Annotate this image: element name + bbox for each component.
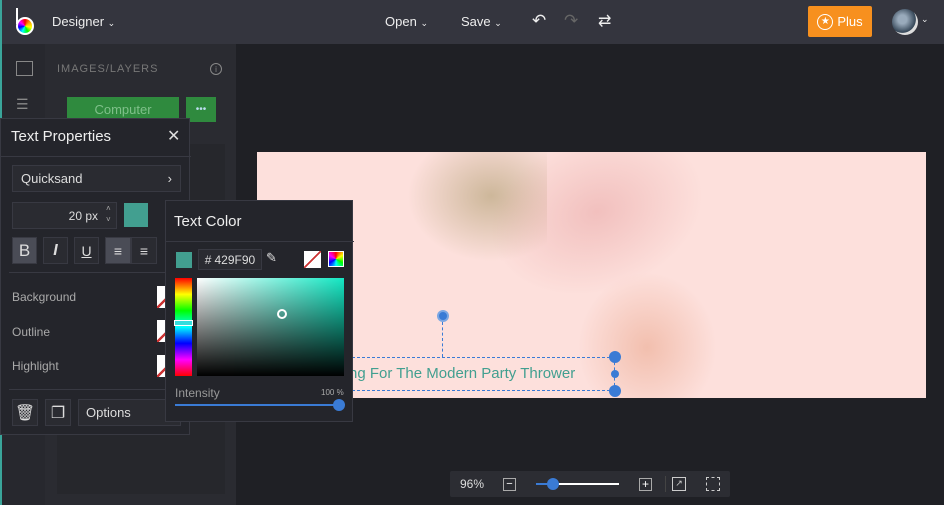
hex-value: 429F90	[214, 252, 256, 267]
size-stepper-icon[interactable]: ˄ ˅	[106, 203, 111, 225]
highlight-label: Highlight	[12, 359, 59, 373]
hue-handle[interactable]	[174, 320, 193, 326]
picker-handle[interactable]	[277, 309, 287, 319]
hex-input[interactable]: #429F90	[198, 249, 262, 270]
text-color-panel: Text Color #429F90 ✎ Intensity 100 %	[165, 200, 354, 422]
intensity-label: Intensity	[175, 386, 220, 400]
top-bar: Designer ⌄ Open ⌄ Save ⌄ ↶ ↷ ⇄ ★ Plus ⌄	[0, 0, 944, 44]
close-icon[interactable]: ✕	[167, 126, 180, 146]
zoom-bar: 96% − + ↗	[450, 471, 730, 497]
design-canvas[interactable]: ng For The Modern Party Thrower	[257, 152, 926, 398]
fit-icon[interactable]: ↗	[672, 477, 686, 491]
bold-button[interactable]: B	[12, 237, 37, 264]
zoom-out-button[interactable]: −	[503, 478, 516, 491]
app-logo[interactable]	[14, 8, 36, 36]
hex-prefix: #	[204, 252, 212, 267]
open-menu[interactable]: Open ⌄	[385, 14, 428, 29]
align-left-button[interactable]: ≡	[105, 237, 131, 264]
zoom-in-button[interactable]: +	[639, 478, 652, 491]
font-size-value: 20 px	[68, 208, 98, 223]
duplicate-icon: ❐	[50, 404, 66, 422]
rotate-line	[442, 322, 443, 357]
save-label: Save	[461, 14, 491, 29]
font-select[interactable]: Quicksand ›	[12, 165, 181, 192]
color-wheel-button[interactable]	[328, 251, 344, 267]
background-label: Background	[12, 290, 77, 304]
font-size-input[interactable]: 20 px	[12, 202, 117, 229]
intensity-slider[interactable]	[175, 404, 341, 406]
italic-button[interactable]: I	[43, 237, 68, 264]
resize-handle[interactable]	[609, 385, 621, 397]
text-properties-panel: Text Properties ✕ Quicksand › 20 px ˄ ˅ B …	[0, 118, 191, 435]
font-name: Quicksand	[21, 171, 83, 186]
chevron-down-icon[interactable]: ⌄	[921, 14, 929, 25]
text-color-swatch[interactable]	[124, 203, 148, 227]
outline-label: Outline	[12, 325, 51, 339]
current-color-swatch	[176, 252, 192, 268]
info-icon[interactable]: i	[210, 63, 222, 75]
redo-icon[interactable]: ↷	[564, 11, 578, 31]
chevron-right-icon: ›	[167, 171, 172, 186]
resize-handle[interactable]	[609, 351, 621, 363]
fullscreen-icon[interactable]	[706, 477, 720, 491]
trash-icon: 🗑	[14, 404, 36, 422]
undo-icon[interactable]: ↶	[532, 11, 546, 31]
chevron-down-icon: ⌄	[420, 18, 428, 28]
user-avatar[interactable]	[892, 9, 918, 35]
align-center-button[interactable]: ≡	[131, 237, 157, 264]
eyedropper-icon[interactable]: ✎	[266, 250, 277, 266]
adjust-icon[interactable]: ☰	[16, 96, 29, 113]
no-color-button[interactable]	[304, 251, 321, 268]
star-icon: ★	[817, 13, 834, 30]
plus-button[interactable]: ★ Plus	[808, 6, 872, 37]
canvas-text[interactable]: ng For The Modern Party Thrower	[349, 365, 575, 382]
hue-slider[interactable]	[175, 278, 192, 376]
layers-title: IMAGES/LAYERS	[57, 63, 159, 75]
saturation-picker[interactable]	[197, 278, 344, 376]
chevron-down-icon: ⌄	[107, 18, 116, 28]
plus-label: Plus	[837, 14, 863, 29]
designer-label: Designer	[52, 14, 105, 29]
chevron-down-icon: ⌄	[494, 18, 502, 28]
more-button[interactable]: •••	[186, 97, 216, 122]
open-label: Open	[385, 14, 417, 29]
resize-handle[interactable]	[611, 370, 619, 378]
panel-title: Text Properties	[11, 128, 112, 145]
swap-icon[interactable]: ⇄	[598, 11, 611, 31]
save-menu[interactable]: Save ⌄	[461, 14, 502, 29]
zoom-value: 96%	[460, 477, 485, 491]
zoom-slider-handle[interactable]	[547, 478, 559, 490]
underline-button[interactable]: U	[74, 237, 99, 264]
rotate-handle[interactable]	[437, 310, 449, 322]
intensity-handle[interactable]	[333, 399, 345, 411]
duplicate-button[interactable]: ❐	[45, 399, 71, 426]
intensity-value: 100 %	[321, 388, 344, 397]
designer-menu[interactable]: Designer ⌄	[52, 14, 115, 29]
panel-title: Text Color	[174, 213, 242, 230]
image-icon[interactable]	[16, 61, 33, 76]
delete-button[interactable]: 🗑	[12, 399, 38, 426]
